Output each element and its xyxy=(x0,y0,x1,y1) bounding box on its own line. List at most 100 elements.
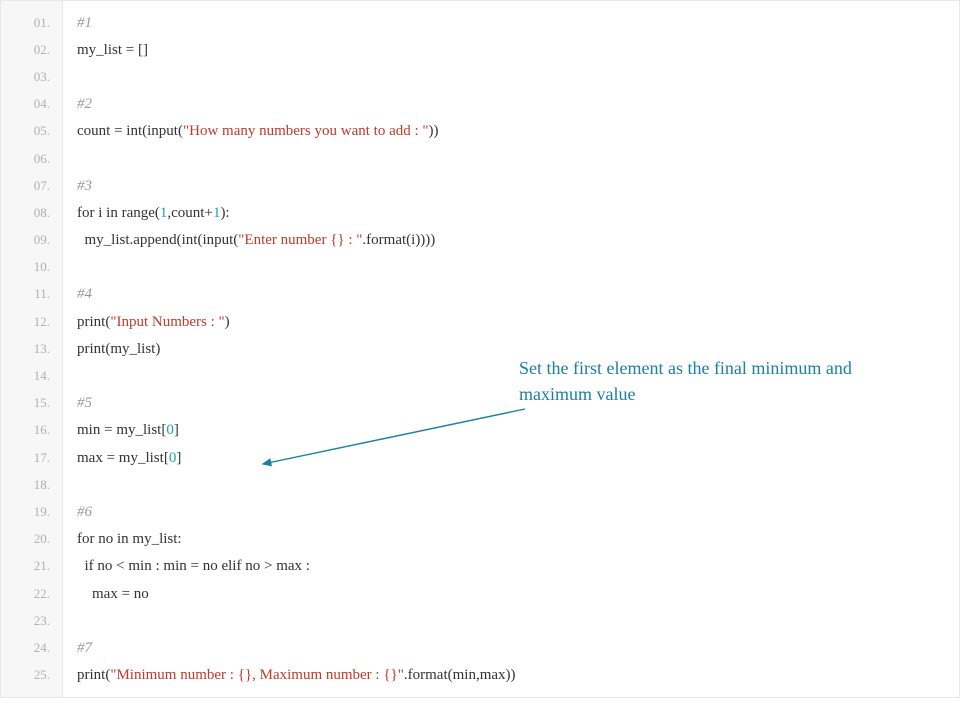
code-block: 01.02.03.04.05.06.07.08.09.10.11.12.13.1… xyxy=(0,0,960,698)
token-punct: ] xyxy=(176,450,181,466)
line-number: 10. xyxy=(1,254,62,281)
token-ident: int xyxy=(182,232,198,248)
line-number: 24. xyxy=(1,634,62,661)
token-ident: append xyxy=(133,232,176,248)
code-line: #4 xyxy=(77,281,959,308)
token-str: "Minimum number : {}, Maximum number : {… xyxy=(110,667,404,683)
token-punct: )))) xyxy=(415,232,435,248)
token-punct: [] xyxy=(138,42,148,58)
token-punct: ] xyxy=(174,422,179,438)
code-line: for no in my_list: xyxy=(77,526,959,553)
token-ident: my_list xyxy=(77,232,130,248)
code-line: #7 xyxy=(77,634,959,661)
code-line: my_list.append(int(input("Enter number {… xyxy=(77,227,959,254)
token-op: = xyxy=(114,123,122,139)
line-number: 03. xyxy=(1,63,62,90)
token-ident: my_list xyxy=(115,450,164,466)
line-number: 12. xyxy=(1,308,62,335)
token-ident: input xyxy=(147,123,178,139)
token-ident: max xyxy=(480,667,506,683)
token-op: + xyxy=(204,205,212,221)
line-number: 05. xyxy=(1,118,62,145)
token-ident: my_list xyxy=(77,42,126,58)
line-number: 23. xyxy=(1,607,62,634)
line-number: 02. xyxy=(1,36,62,63)
code-line: my_list = [] xyxy=(77,36,959,63)
token-op: < xyxy=(116,558,124,574)
token-ident: min xyxy=(125,558,156,574)
code-line: if no < min : min = no elif no > max : xyxy=(77,553,959,580)
token-comment: #7 xyxy=(77,640,92,656)
token-ident: my_list xyxy=(110,341,155,357)
line-number: 21. xyxy=(1,553,62,580)
token-op: = xyxy=(104,422,112,438)
token-comment: #1 xyxy=(77,15,92,31)
code-line: #1 xyxy=(77,9,959,36)
token-op: = xyxy=(191,558,199,574)
token-ident: min xyxy=(77,422,104,438)
token-str: "How many numbers you want to add : " xyxy=(183,123,429,139)
code-line: print("Minimum number : {}, Maximum numb… xyxy=(77,662,959,689)
line-number: 19. xyxy=(1,498,62,525)
code-line xyxy=(77,254,959,281)
code-line: print("Input Numbers : ") xyxy=(77,308,959,335)
token-comment: #2 xyxy=(77,96,92,112)
line-number: 17. xyxy=(1,444,62,471)
token-op: = xyxy=(107,450,115,466)
token-op: = xyxy=(126,42,134,58)
code-line: count = int(input("How many numbers you … xyxy=(77,118,959,145)
token-ident: print xyxy=(77,314,105,330)
token-ident: input xyxy=(202,232,233,248)
token-ident: min xyxy=(160,558,191,574)
token-str: "Enter number {} : " xyxy=(238,232,362,248)
token-ident: no elif no xyxy=(199,558,264,574)
code-line: #2 xyxy=(77,91,959,118)
line-number: 08. xyxy=(1,199,62,226)
token-ident: max xyxy=(272,558,305,574)
token-ident: for no in my_list xyxy=(77,531,177,547)
token-comment: #4 xyxy=(77,286,92,302)
code-line: max = my_list[0] xyxy=(77,444,959,471)
token-str: "Input Numbers : " xyxy=(110,314,224,330)
token-ident: format xyxy=(366,232,406,248)
line-number: 13. xyxy=(1,335,62,362)
code-line xyxy=(77,63,959,90)
token-comment: #3 xyxy=(77,178,92,194)
token-ident: int xyxy=(123,123,143,139)
token-ident: if no xyxy=(77,558,116,574)
line-number: 07. xyxy=(1,172,62,199)
token-ident: count xyxy=(77,123,114,139)
code-line: min = my_list[0] xyxy=(77,417,959,444)
line-number: 01. xyxy=(1,9,62,36)
code-line xyxy=(77,145,959,172)
token-num: 0 xyxy=(166,422,174,438)
line-number: 09. xyxy=(1,227,62,254)
line-number-gutter: 01.02.03.04.05.06.07.08.09.10.11.12.13.1… xyxy=(1,1,63,697)
code-area: Set the first element as the final minim… xyxy=(63,1,959,697)
token-comment: #6 xyxy=(77,504,92,520)
token-punct: ) xyxy=(225,314,230,330)
code-line xyxy=(77,471,959,498)
line-number: 18. xyxy=(1,471,62,498)
line-number: 11. xyxy=(1,281,62,308)
code-line: max = no xyxy=(77,580,959,607)
token-ident: no xyxy=(130,586,149,602)
line-number: 14. xyxy=(1,362,62,389)
token-punct: )) xyxy=(506,667,516,683)
token-ident: print xyxy=(77,341,105,357)
token-punct: : xyxy=(306,558,310,574)
line-number: 20. xyxy=(1,526,62,553)
token-punct: : xyxy=(177,531,181,547)
token-ident: min xyxy=(453,667,476,683)
code-line: #3 xyxy=(77,172,959,199)
code-line xyxy=(77,607,959,634)
code-line: #6 xyxy=(77,498,959,525)
line-number: 15. xyxy=(1,390,62,417)
token-ident: print xyxy=(77,667,105,683)
token-ident: for i in range xyxy=(77,205,155,221)
line-number: 06. xyxy=(1,145,62,172)
token-punct: ) xyxy=(155,341,160,357)
token-comment: #5 xyxy=(77,395,92,411)
token-ident: format xyxy=(408,667,448,683)
annotation-text: Set the first element as the final minim… xyxy=(519,355,899,407)
